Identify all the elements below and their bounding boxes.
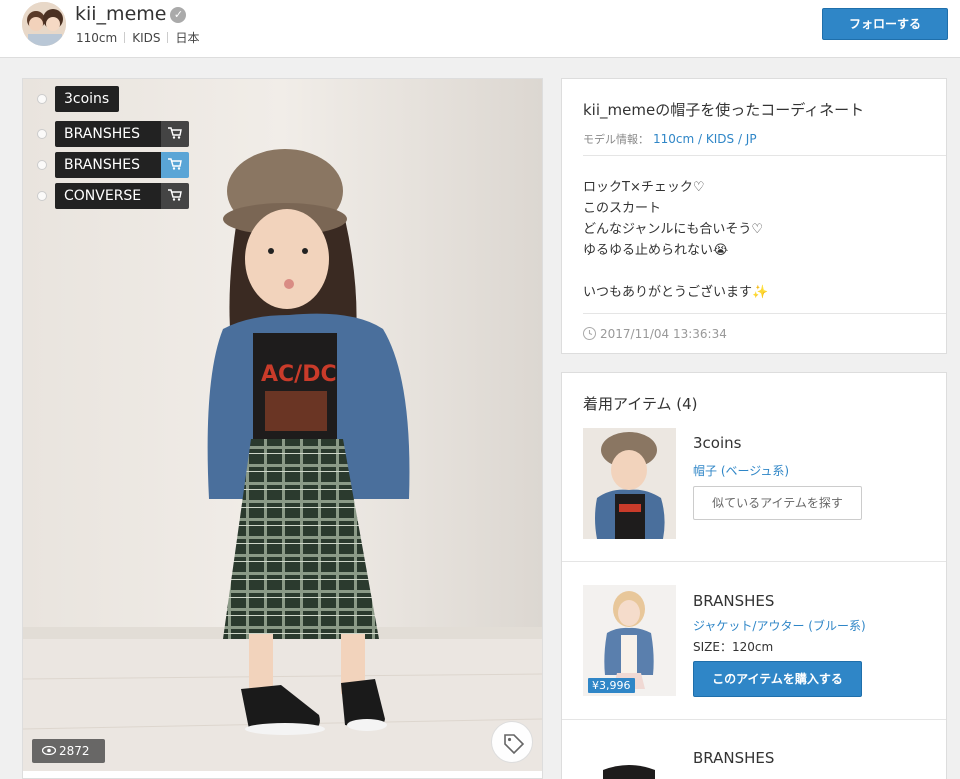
item-price: ¥3,996 — [588, 678, 635, 693]
coordinate-description: ロックT×チェック♡ このスカート どんなジャンルにも合いそう♡ ゆるゆる止めら… — [583, 180, 769, 300]
toggle-tags-button[interactable] — [491, 721, 533, 763]
coordinate-info-card: kii_memeの帽子を使ったコーディネート モデル情報： 110cm / KID… — [561, 78, 947, 354]
eye-icon — [41, 745, 57, 756]
photo-tag-label: 3coins — [55, 86, 120, 112]
item-brand[interactable]: BRANSHES — [693, 592, 774, 610]
model-info: モデル情報： 110cm / KIDS / JP — [583, 132, 757, 146]
follow-button[interactable]: フォローする — [822, 8, 948, 40]
item-category[interactable]: ジャケット/アウター (ブルー系) — [693, 617, 866, 634]
item-thumbnail[interactable]: ¥3,996 — [583, 585, 676, 696]
verified-icon: ✓ — [170, 7, 187, 23]
item-category[interactable]: 帽子 (ベージュ系) — [693, 462, 789, 479]
cart-icon[interactable] — [161, 183, 189, 209]
avatar[interactable] — [22, 2, 66, 46]
outfit-photo-card: AC/DC 3coins BRANSHES BRANSHES CONVERSE … — [22, 78, 543, 779]
post-date: 2017/11/04 13:36:34 — [583, 327, 727, 341]
find-similar-button[interactable]: 似ているアイテムを探す — [693, 486, 862, 520]
profile-header: kii_meme ✓ 110cm KIDS 日本 フォローする — [0, 0, 960, 58]
profile-meta: 110cm KIDS 日本 — [76, 29, 199, 46]
photo-tag-label: BRANSHES — [55, 152, 178, 178]
cart-icon[interactable] — [161, 152, 189, 178]
item-thumbnail[interactable] — [583, 428, 676, 539]
item-brand[interactable]: 3coins — [693, 434, 741, 452]
tag-icon — [504, 734, 525, 755]
worn-items-card: 着用アイテム (4) 3coins 帽子 (ベージュ系) 似ているアイテムを探す… — [561, 372, 947, 779]
model-info-link[interactable]: 110cm / KIDS / JP — [653, 132, 757, 146]
meta-category: KIDS — [132, 31, 161, 45]
meta-country: 日本 — [175, 31, 200, 45]
cart-icon[interactable] — [161, 121, 189, 147]
clock-icon — [583, 327, 596, 340]
item-brand[interactable]: BRANSHES — [693, 749, 774, 767]
item-size: SIZE：120cm — [693, 640, 774, 654]
svg-text:AC/DC: AC/DC — [261, 362, 337, 387]
worn-items-title: 着用アイテム (4) — [583, 395, 698, 413]
meta-height: 110cm — [76, 31, 118, 45]
username[interactable]: kii_meme ✓ — [75, 3, 187, 25]
item-thumbnail[interactable] — [583, 758, 676, 779]
view-count: 2872 — [32, 739, 105, 763]
photo-tag-label: BRANSHES — [55, 121, 178, 147]
coordinate-title: kii_memeの帽子を使ったコーディネート — [583, 101, 865, 119]
buy-item-button[interactable]: このアイテムを購入する — [693, 661, 862, 697]
